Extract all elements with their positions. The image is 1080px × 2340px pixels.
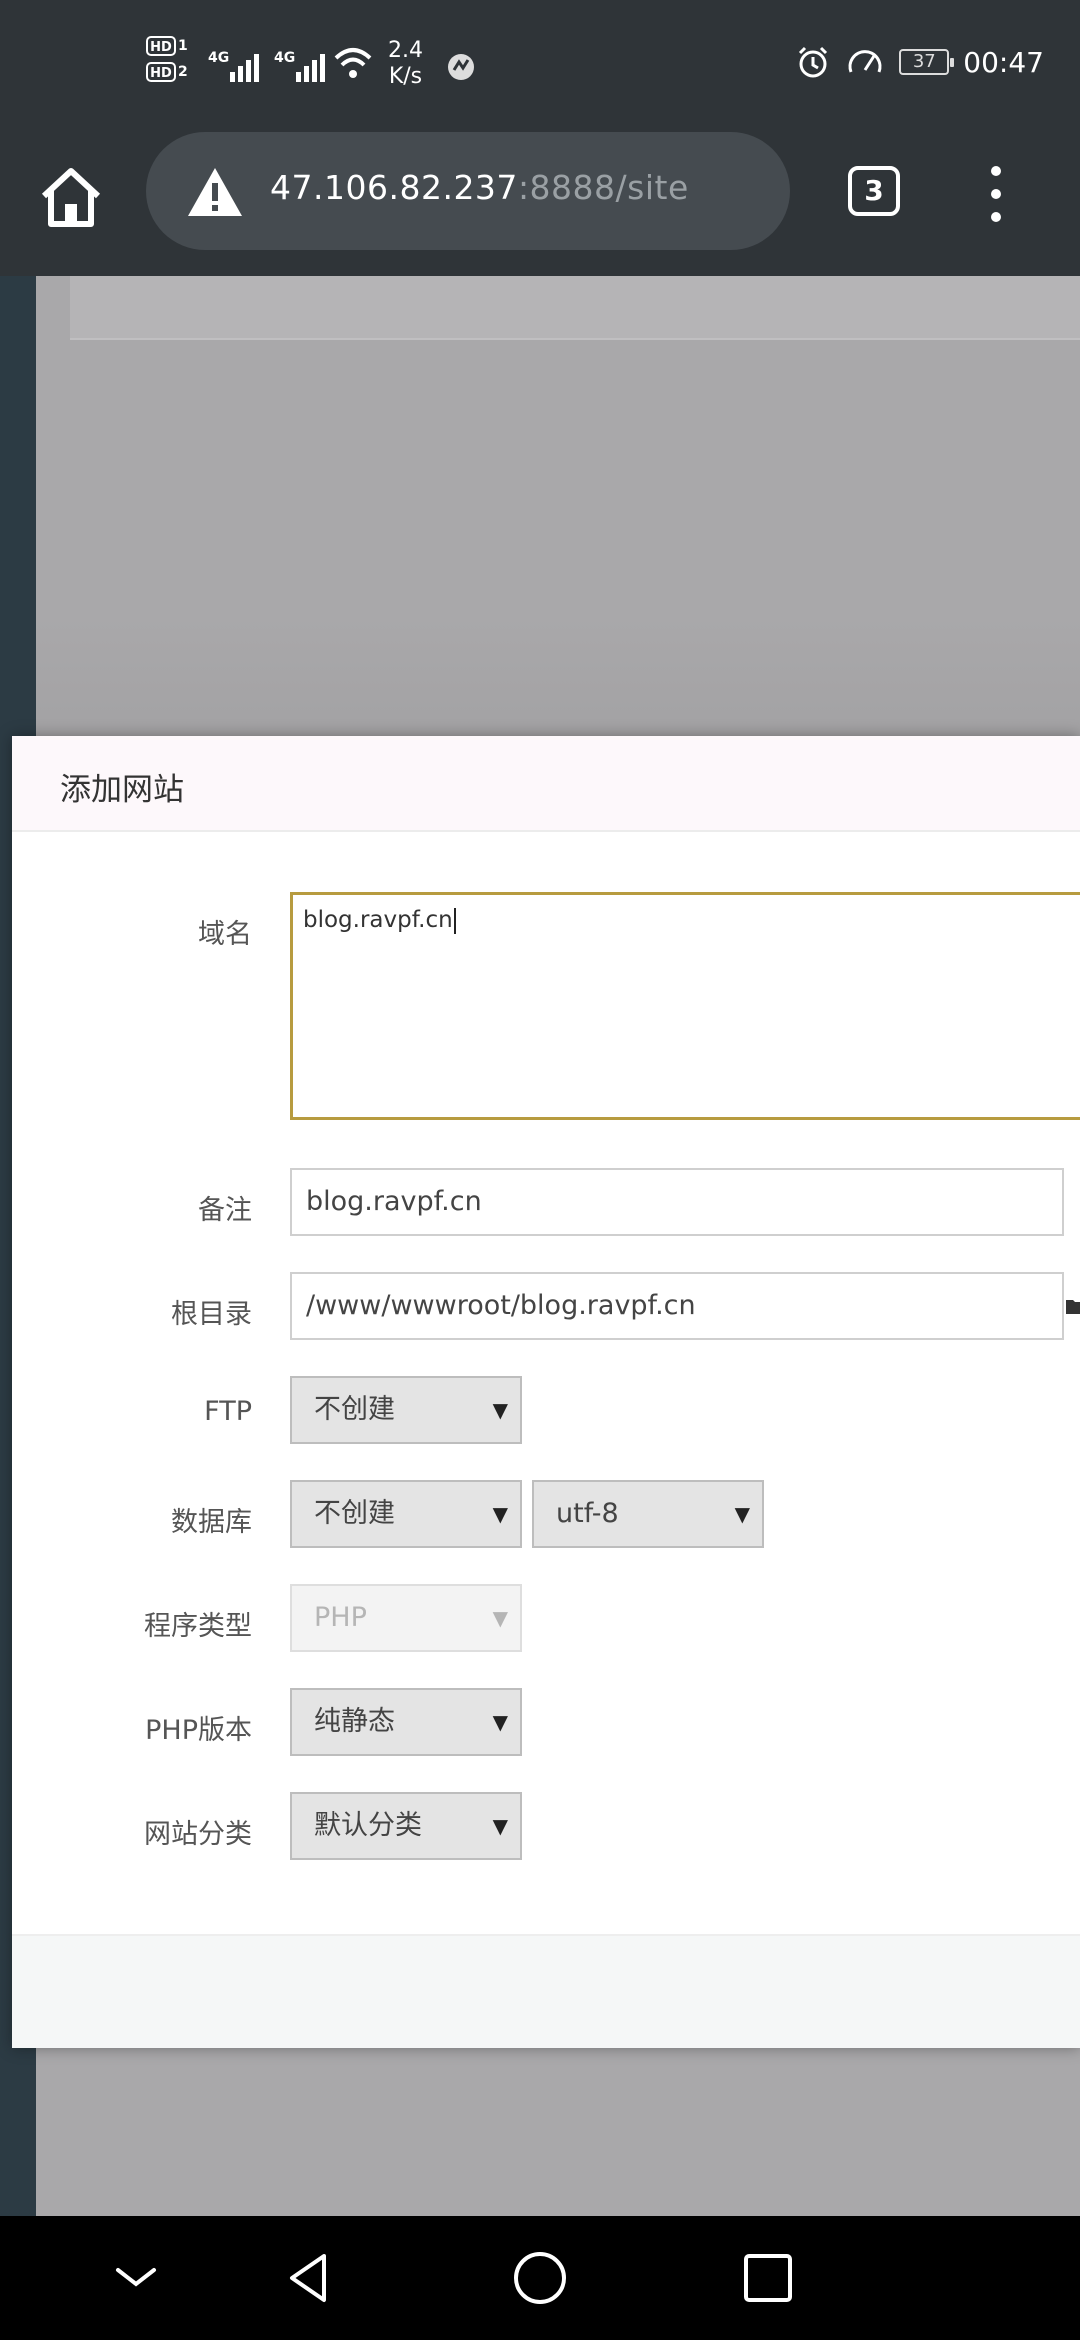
chevron-down-icon: ▼: [734, 1502, 750, 1526]
browser-toolbar: 47.106.82.237:8888/site 3: [0, 130, 1080, 276]
remark-input[interactable]: blog.ravpf.cn: [290, 1168, 1064, 1236]
url-path: :8888/site: [517, 168, 689, 207]
folder-icon[interactable]: [1064, 1294, 1080, 1318]
database-selected: 不创建: [314, 1498, 395, 1529]
home-circle-icon[interactable]: [508, 2246, 572, 2310]
sim-index-1: 1: [178, 38, 188, 54]
signal-icon: 4G 4G: [208, 48, 372, 82]
dialog-footer: [12, 1934, 1080, 2048]
page-fade: [36, 616, 1080, 736]
add-site-dialog: 添加网站 域名 blog.ravpf.cn 备注 blog.ravpf.cn 根…: [12, 736, 1080, 2048]
chevron-down-icon: ▼: [492, 1710, 508, 1734]
speedometer-icon: [848, 50, 882, 73]
dialog-header: 添加网站: [12, 736, 1080, 832]
program-type-selected: PHP: [314, 1602, 367, 1633]
tab-switcher-button[interactable]: 3: [848, 166, 900, 216]
ftp-label: FTP: [204, 1396, 252, 1427]
domain-value: blog.ravpf.cn: [303, 907, 453, 933]
php-version-selected: 纯静态: [314, 1706, 395, 1737]
chevron-down-icon: ▼: [492, 1606, 508, 1630]
root-dir-input[interactable]: /www/wwwroot/blog.ravpf.cn: [290, 1272, 1064, 1340]
sim-index-2: 2: [178, 64, 188, 80]
sim-indicators: HD 1 HD 2: [146, 36, 198, 98]
charset-selected: utf-8: [556, 1498, 619, 1529]
site-category-selected: 默认分类: [314, 1810, 422, 1841]
chevron-down-icon: ▼: [492, 1502, 508, 1526]
database-select[interactable]: 不创建 ▼: [290, 1480, 522, 1548]
clock: 00:47: [963, 45, 1044, 79]
hd-badge-2: HD: [146, 62, 176, 82]
status-right: 37 00:47: [795, 44, 1044, 80]
system-nav-bar: [0, 2216, 1080, 2340]
url-text[interactable]: 47.106.82.237:8888/site: [270, 168, 689, 207]
network-label-2: 4G: [274, 50, 295, 66]
domain-label: 域名: [198, 919, 252, 950]
chevron-down-icon: ▼: [492, 1398, 508, 1422]
home-icon[interactable]: [36, 162, 106, 232]
database-label: 数据库: [171, 1507, 252, 1538]
dialog-title: 添加网站: [60, 772, 184, 808]
hd-badge-1: HD: [146, 36, 176, 56]
url-host: 47.106.82.237: [270, 168, 518, 207]
php-version-label: PHP版本: [145, 1715, 252, 1746]
chevron-down-icon[interactable]: [104, 2246, 168, 2310]
ftp-select[interactable]: 不创建 ▼: [290, 1376, 522, 1444]
address-bar[interactable]: 47.106.82.237:8888/site: [146, 132, 790, 250]
chevron-down-icon: ▼: [492, 1814, 508, 1838]
status-bar: HD 1 HD 2 4G 4G 2.4 K/s 37 00:47: [0, 0, 1080, 130]
text-caret: [453, 907, 456, 934]
remark-label: 备注: [198, 1195, 252, 1226]
charset-select[interactable]: utf-8 ▼: [532, 1480, 764, 1548]
alarm-icon: [799, 46, 828, 78]
network-label-1: 4G: [208, 50, 229, 66]
php-version-select[interactable]: 纯静态 ▼: [290, 1688, 522, 1756]
program-type-select: PHP ▼: [290, 1584, 522, 1652]
site-category-label: 网站分类: [144, 1819, 252, 1850]
app-notification-icon: [448, 54, 474, 80]
warning-icon[interactable]: [186, 166, 244, 218]
domain-textarea[interactable]: blog.ravpf.cn: [290, 892, 1080, 1120]
back-triangle-icon[interactable]: [276, 2246, 340, 2310]
ftp-selected: 不创建: [314, 1394, 395, 1425]
program-type-label: 程序类型: [144, 1611, 252, 1642]
more-vert-icon[interactable]: [986, 166, 1006, 222]
site-category-select[interactable]: 默认分类 ▼: [290, 1792, 522, 1860]
network-speed: 2.4 K/s: [388, 38, 423, 90]
speed-value: 2.4: [388, 38, 423, 63]
recents-square-icon[interactable]: [736, 2246, 800, 2310]
battery-icon: 37: [899, 49, 955, 75]
speed-unit: K/s: [388, 64, 423, 89]
page-panel: [70, 276, 1080, 340]
network-indicators: 4G 4G: [208, 38, 378, 92]
root-dir-label: 根目录: [171, 1299, 252, 1330]
